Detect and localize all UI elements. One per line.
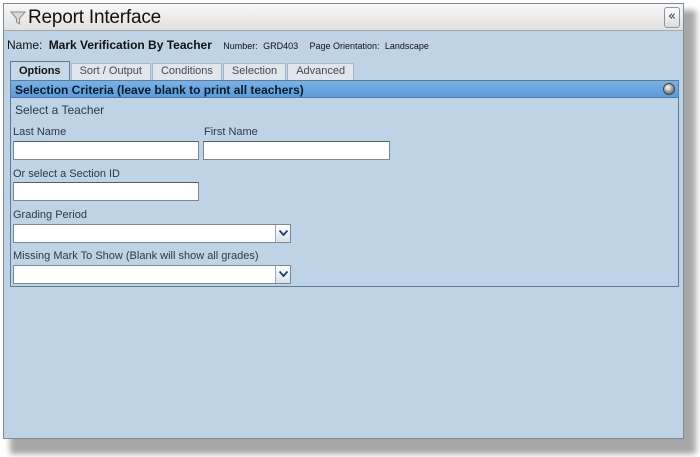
report-info-row: Name: Mark Verification By Teacher Numbe…: [7, 38, 429, 52]
missing-mark-label: Missing Mark To Show (Blank will show al…: [13, 250, 259, 262]
grading-period-select[interactable]: [13, 224, 291, 243]
tab-advanced[interactable]: Advanced: [287, 63, 355, 80]
report-number: GRD403: [263, 41, 299, 51]
grading-period-label: Grading Period: [13, 209, 87, 221]
chevron-down-icon: [279, 271, 288, 277]
collapse-button[interactable]: «: [664, 7, 680, 28]
double-chevron-left-icon: «: [668, 9, 676, 24]
missing-mark-dropdown-button[interactable]: [275, 266, 290, 283]
tab-conditions[interactable]: Conditions: [151, 63, 222, 80]
tab-options[interactable]: Options: [10, 61, 70, 80]
selection-criteria-title: Selection Criteria (leave blank to print…: [15, 83, 304, 97]
grading-period-dropdown-button[interactable]: [275, 225, 290, 242]
report-number-label: Number:: [223, 41, 258, 51]
funnel-icon: [9, 10, 27, 26]
window-title: Report Interface: [28, 7, 162, 28]
report-name-label: Name:: [7, 38, 43, 52]
selection-criteria-panel: Selection Criteria (leave blank to print…: [10, 80, 679, 287]
missing-mark-select[interactable]: [13, 265, 291, 284]
report-name: Mark Verification By Teacher: [48, 38, 212, 52]
tab-sort-output[interactable]: Sort / Output: [70, 63, 151, 80]
first-name-input[interactable]: [203, 141, 390, 160]
chevron-down-icon: [279, 230, 288, 236]
section-id-input[interactable]: [13, 182, 199, 201]
tab-selection[interactable]: Selection: [222, 63, 287, 80]
page-orientation-label: Page Orientation:: [309, 41, 380, 51]
first-name-label: First Name: [204, 126, 258, 138]
tab-bar: Options Sort / Output Conditions Selecti…: [10, 61, 355, 80]
page-orientation: Landscape: [384, 41, 429, 51]
section-id-label: Or select a Section ID: [13, 168, 120, 180]
report-interface-window: Report Interface « Name: Mark Verificati…: [3, 3, 684, 439]
title-bar: Report Interface «: [4, 4, 683, 31]
last-name-input[interactable]: [13, 141, 199, 160]
last-name-label: Last Name: [13, 126, 67, 138]
select-teacher-heading: Select a Teacher: [15, 103, 105, 117]
globe-icon[interactable]: [663, 83, 675, 95]
selection-criteria-header[interactable]: Selection Criteria (leave blank to print…: [11, 81, 678, 98]
